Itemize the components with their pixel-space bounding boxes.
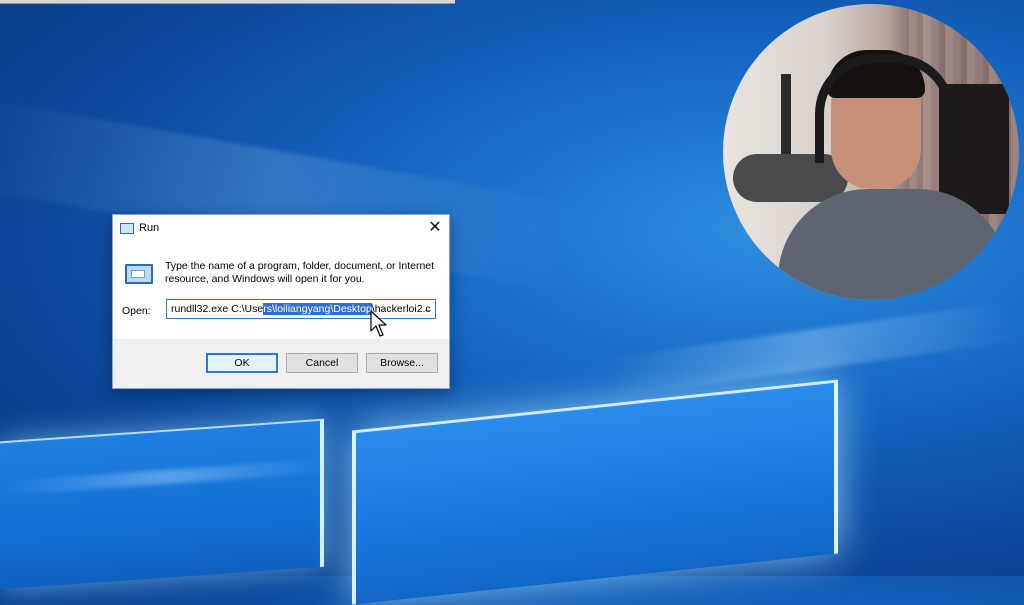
command-text-selection: rs\loiliangyang\Desktop (263, 303, 372, 315)
command-text[interactable]: rundll32.exe C:\Users\loiliangyang\Deskt… (171, 303, 431, 315)
browse-button[interactable]: Browse... (366, 353, 438, 373)
mouse-cursor-icon (370, 310, 387, 337)
microphone-arm (781, 74, 791, 164)
taskbar-strip (0, 0, 455, 4)
webcam-overlay (723, 4, 1019, 300)
dialog-footer: OK Cancel Browse... (113, 339, 449, 388)
dialog-description: Type the name of a program, folder, docu… (165, 260, 435, 285)
run-icon (120, 223, 134, 234)
open-command-input[interactable]: rundll32.exe C:\Users\loiliangyang\Deskt… (166, 299, 436, 319)
cancel-button[interactable]: Cancel (286, 353, 358, 373)
dialog-title: Run (139, 222, 160, 234)
close-button[interactable]: ✕ (421, 215, 449, 241)
windows-logo-pane-right (352, 379, 838, 605)
command-text-start: rundll32.exe C:\Use (171, 303, 264, 315)
run-program-icon (125, 264, 153, 284)
run-dialog: Run ✕ Type the name of a program, folder… (112, 214, 450, 389)
open-label: Open: (122, 305, 151, 317)
chevron-down-icon[interactable]: ⌄ (419, 300, 435, 318)
ok-button[interactable]: OK (206, 353, 278, 373)
title-bar[interactable]: Run ✕ (113, 215, 449, 241)
headphones (815, 54, 955, 163)
windows-logo-pane-left (0, 418, 324, 590)
